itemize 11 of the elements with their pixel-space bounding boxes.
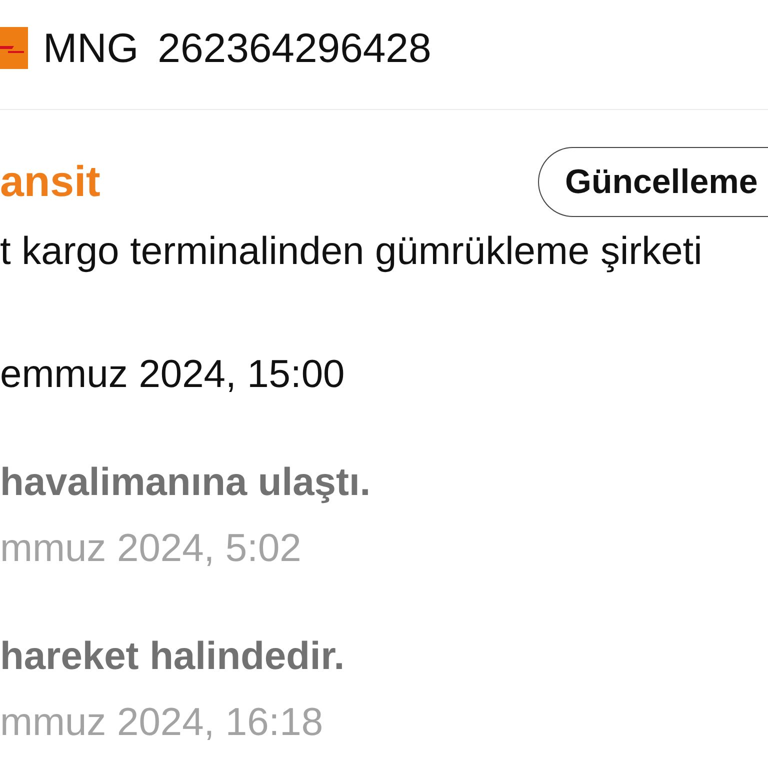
event-description: havalimanına ulaştı.	[0, 461, 372, 505]
event-date: emmuz 2024, 15:00	[0, 353, 346, 397]
carrier-name: MNG	[43, 24, 139, 70]
event-description: t kargo terminalinden gümrükleme şirketi	[0, 230, 704, 274]
event-description: hareket halindedir.	[0, 635, 346, 679]
status-title: ansit	[0, 158, 102, 206]
tracking-number: 262364296428	[158, 24, 432, 70]
event-date: mmuz 2024, 16:18	[0, 701, 324, 745]
update-button[interactable]: Güncelleme	[538, 147, 768, 217]
courier-logo-icon	[0, 26, 28, 68]
event-date: mmuz 2024, 5:02	[0, 527, 302, 571]
